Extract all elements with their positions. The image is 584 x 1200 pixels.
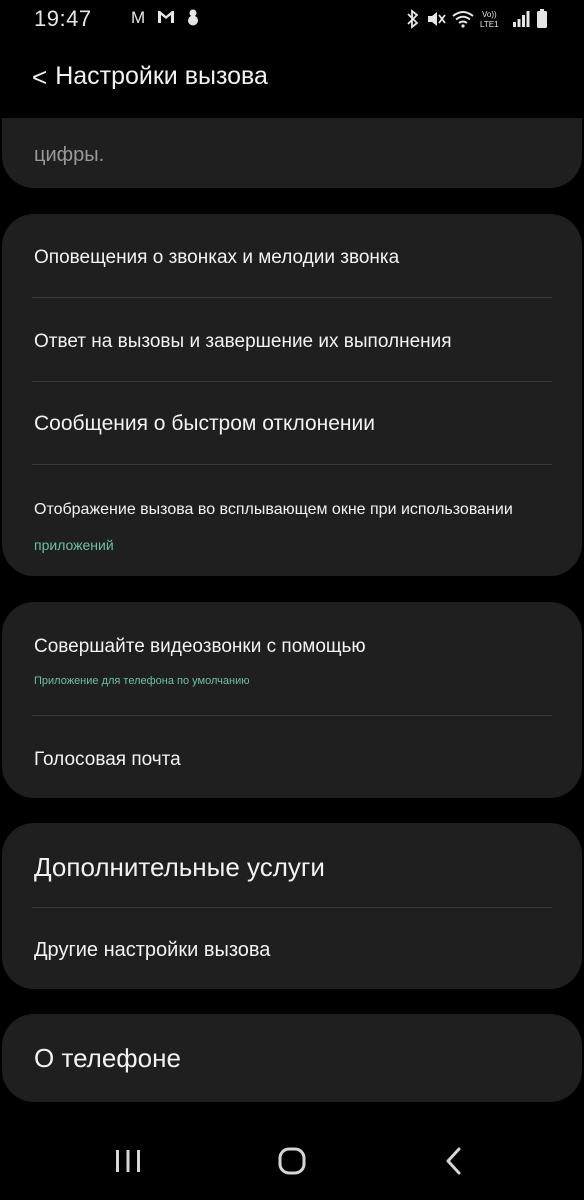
bluetooth-icon — [406, 9, 420, 34]
mute-icon — [426, 9, 446, 34]
snowman-icon — [184, 8, 202, 31]
item-title: Ответ на вызовы и завершение их выполнен… — [34, 331, 452, 352]
call-settings-group-2: Совершайте видеозвонки с помощью Приложе… — [2, 602, 582, 798]
back-chevron-icon — [443, 1146, 465, 1181]
call-settings-group-3: Дополнительные услуги Другие настройки в… — [2, 823, 582, 989]
about-phone-item[interactable]: О телефоне — [2, 1014, 582, 1102]
answer-end-calls-item[interactable]: Ответ на вызовы и завершение их выполнен… — [2, 298, 582, 381]
ringtone-notifications-item[interactable]: Оповещения о звонках и мелодии звонка — [2, 214, 582, 297]
item-title: О телефоне — [34, 1043, 181, 1073]
video-calls-item[interactable]: Совершайте видеозвонки с помощью Приложе… — [2, 602, 582, 715]
quick-decline-messages-item[interactable]: Сообщения о быстром отклонении — [2, 382, 582, 465]
item-subtitle: приложений — [34, 537, 114, 553]
back-button[interactable] — [424, 1138, 484, 1188]
item-title: Совершайте видеозвонки с помощью — [34, 636, 366, 657]
partial-item-text: цифры. — [34, 144, 105, 166]
carrier-letter: M — [131, 8, 145, 26]
recent-apps-icon — [114, 1148, 142, 1179]
supplementary-services-item[interactable]: Дополнительные услуги — [2, 823, 582, 907]
signal-icon — [512, 10, 530, 33]
back-arrow-icon[interactable]: < — [32, 64, 47, 90]
home-icon — [277, 1146, 307, 1181]
item-title: Отображение вызова во всплывающем окне п… — [34, 501, 513, 518]
navigation-bar — [0, 1126, 584, 1200]
partial-list-item[interactable]: цифры. — [2, 118, 582, 188]
item-subtitle: Приложение для телефона по умолчанию — [34, 675, 250, 687]
popup-call-display-item[interactable]: Отображение вызова во всплывающем окне п… — [2, 465, 582, 576]
home-button[interactable] — [262, 1138, 322, 1188]
recent-apps-button[interactable] — [98, 1138, 158, 1188]
m-letter-icon: M — [130, 8, 148, 31]
item-title: Голосовая почта — [34, 749, 181, 770]
item-title: Оповещения о звонках и мелодии звонка — [34, 247, 400, 268]
item-title: Сообщения о быстром отклонении — [34, 412, 375, 435]
battery-icon — [536, 9, 548, 34]
back-header[interactable]: < Настройки вызова — [32, 62, 268, 91]
svg-text:LTE1: LTE1 — [480, 20, 499, 29]
svg-text:Vo)): Vo)) — [482, 10, 497, 19]
wifi-icon — [452, 10, 474, 33]
partial-card: цифры. — [2, 118, 582, 188]
call-settings-group-4: О телефоне — [2, 1014, 582, 1102]
status-left-icons: M — [130, 8, 202, 31]
voicemail-item[interactable]: Голосовая почта — [2, 716, 582, 798]
volte-lte-icon: Vo)) LTE1 — [480, 8, 506, 35]
item-title: Другие настройки вызова — [34, 939, 271, 961]
gmail-icon — [156, 8, 176, 31]
status-right-icons: Vo)) LTE1 — [406, 8, 548, 35]
item-title: Дополнительные услуги — [34, 852, 325, 882]
call-settings-group-1: Оповещения о звонках и мелодии звонка От… — [2, 214, 582, 576]
page-title: Настройки вызова — [55, 62, 268, 90]
status-time: 19:47 — [34, 6, 92, 31]
other-call-settings-item[interactable]: Другие настройки вызова — [2, 908, 582, 989]
status-bar: 19:47 M Vo)) LTE1 — [0, 0, 584, 40]
